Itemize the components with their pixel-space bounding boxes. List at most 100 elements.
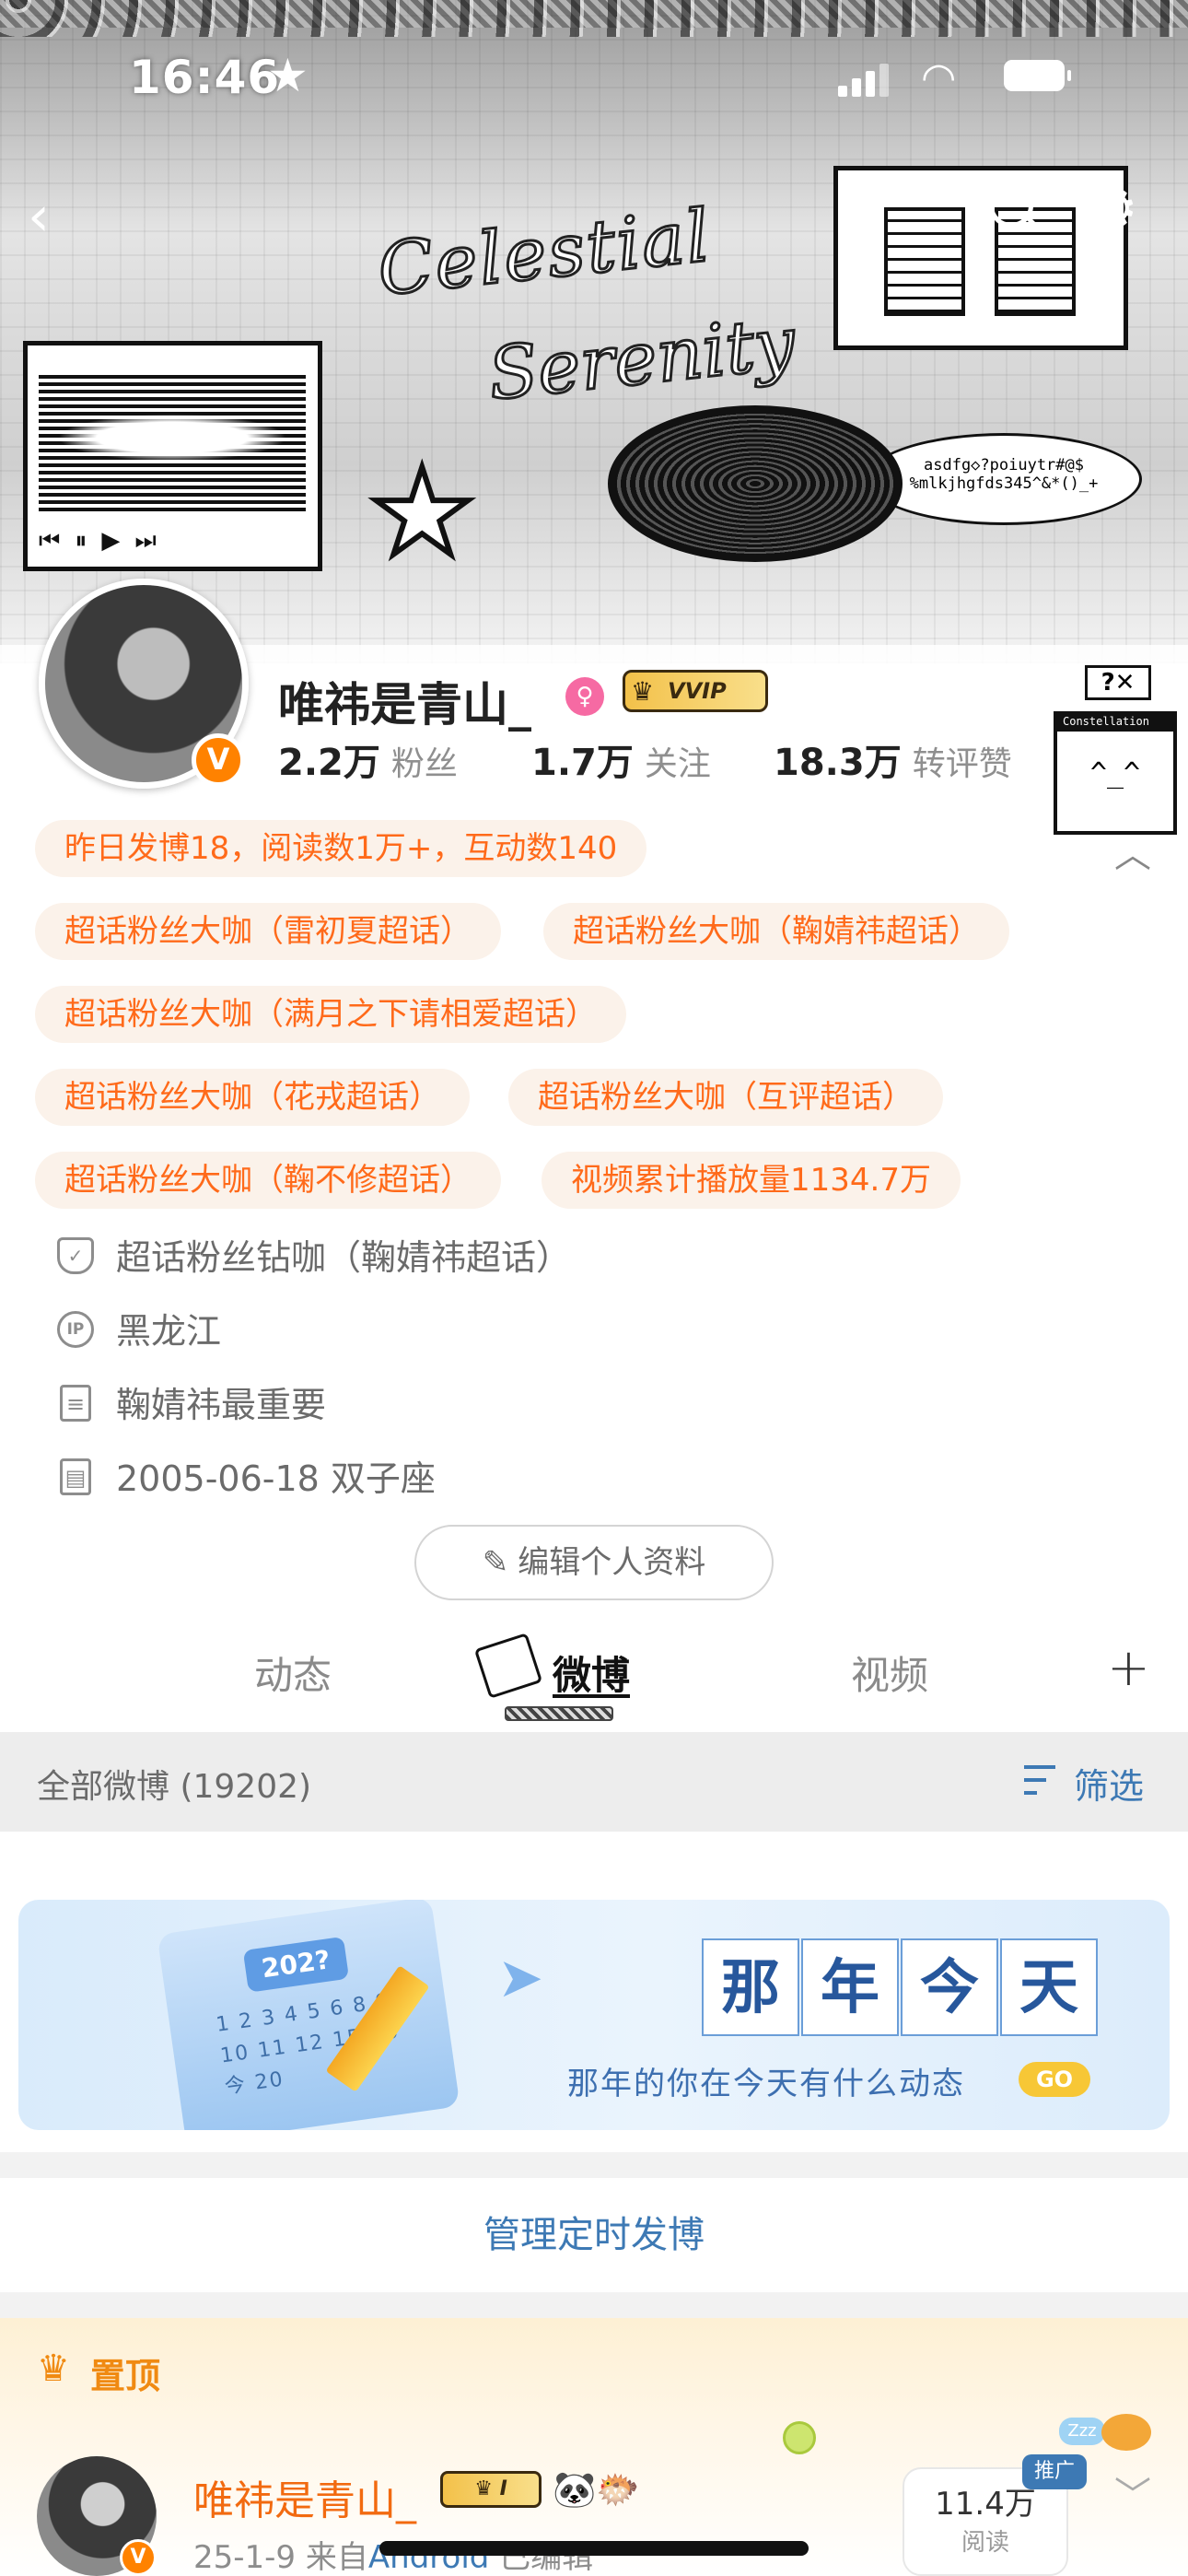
member-badge: ♛ I — [440, 2471, 542, 2508]
tag-superfan[interactable]: 超话粉丝大咖（雷初夏超话） — [35, 903, 501, 960]
title-char: 年 — [801, 1938, 899, 2036]
profile-tabs: 动态 微博 视频 + — [0, 1622, 1188, 1732]
banner-title-art: Celestial — [373, 193, 716, 313]
speech-bubble-art: asdfg◇?poiuytr#@$ %mlkjhgfds345^&*()_+ — [866, 433, 1142, 525]
filter-bar: 全部微博 (19202) 筛选 — [0, 1732, 1188, 1832]
chevron-down-icon[interactable]: ﹀ — [1114, 2465, 1151, 2519]
info-text: 超话粉丝钻咖（鞠婧祎超话） — [116, 1237, 572, 1278]
calendar-year: 202? — [242, 1936, 350, 1993]
tab-feed[interactable]: 动态 — [254, 1645, 332, 1701]
pinned-section: ♛ 置顶 Zzz V 唯祎是青山_ ♛ I 🐼🐡 25-1-9 来自Androi… — [0, 2318, 1188, 2576]
back-icon[interactable]: ‹ — [28, 184, 50, 249]
go-button[interactable]: GO — [1019, 2062, 1090, 2097]
info-text: 鞠婧祎最重要 — [116, 1385, 327, 1425]
calendar-illustration: 202? 1 2 3 4 5 6 8 9 10 11 12 15 16 今 20 — [157, 1900, 460, 2130]
vvip-label: VVIP — [668, 678, 727, 704]
profile-banner: ⏮⏸▶⏭ Celestial Serenity asdfg◇?poiuytr#@… — [0, 0, 1188, 663]
player-controls-art: ⏮⏸▶⏭ — [39, 527, 171, 555]
tab-sticker-icon — [473, 1633, 543, 1699]
home-indicator[interactable] — [379, 2541, 809, 2556]
all-posts-count: 全部微博 (19202) — [37, 1768, 312, 1806]
reads-label: 阅读 — [961, 2529, 1009, 2557]
stat-reposts-likes[interactable]: 18.3万 转评赞 — [774, 732, 1012, 786]
paper-plane-icon: ➤ — [497, 1946, 544, 2010]
help-close-art: ?✕ — [1085, 665, 1151, 700]
edit-profile-label: 编辑个人资料 — [518, 1544, 706, 1581]
document-icon: ≡ — [60, 1385, 91, 1422]
title-char: 那 — [702, 1938, 799, 2036]
profile-nickname: 唯祎是青山_ — [278, 678, 531, 732]
calendar-icon: ▤ — [60, 1458, 91, 1495]
post-date: 25-1-9 — [193, 2539, 297, 2576]
window-stack-art — [833, 166, 1128, 350]
battery-icon — [1004, 60, 1071, 91]
cellular-signal-icon — [838, 64, 890, 97]
vinyl-art — [608, 405, 903, 562]
shield-icon: ✓ — [57, 1237, 94, 1274]
constellation-window-art: Constellation ^_^ — [1054, 711, 1177, 835]
info-text: 2005-06-18 双子座 — [116, 1458, 436, 1499]
edit-profile-button[interactable]: ✎ 编辑个人资料 — [414, 1525, 774, 1600]
filter-button[interactable]: 筛选 — [1074, 1758, 1144, 1809]
female-icon: ♀ — [565, 677, 604, 716]
tab-videos[interactable]: 视频 — [851, 1645, 928, 1701]
title-char: 天 — [1000, 1938, 1098, 2036]
on-this-day-subtitle: 那年的你在今天有什么动态 — [567, 2066, 965, 2102]
tab-weibo[interactable]: 微博 — [553, 1645, 630, 1701]
tag-superfan[interactable]: 超话粉丝大咖（鞠不修超话） — [35, 1152, 501, 1209]
banner-title-art-2: Serenity — [483, 300, 800, 417]
followers-count: 2.2万 — [278, 742, 380, 784]
mini-window-title: Constellation — [1057, 715, 1173, 732]
crown-icon: ♛ — [37, 2348, 70, 2390]
pinned-label: 置顶 — [90, 2356, 161, 2396]
tag-superfan[interactable]: 超话粉丝大咖（满月之下请相爱超话） — [35, 986, 626, 1043]
zzz-badge: Zzz — [1059, 2418, 1105, 2445]
cat-icon — [1101, 2414, 1151, 2451]
activity-summary[interactable]: 昨日发博18，阅读数1万+，互动数140 — [35, 820, 647, 877]
tag-video-plays[interactable]: 视频累计播放量1134.7万 — [542, 1152, 961, 1209]
post-author[interactable]: 唯祎是青山_ — [193, 2467, 416, 2526]
scheduled-posts-link[interactable]: 管理定时发博 — [0, 2178, 1188, 2292]
banner-lace — [0, 0, 1188, 37]
divider — [0, 2292, 1188, 2318]
star-status-icon: ★ — [267, 49, 309, 102]
title-char: 今 — [901, 1938, 998, 2036]
following-count: 1.7万 — [531, 742, 634, 784]
status-time: 16:46 — [129, 51, 281, 104]
verified-badge: V — [192, 733, 245, 787]
verified-badge: V — [120, 2539, 157, 2576]
reposts-likes-label: 转评赞 — [912, 745, 1012, 783]
tag-superfan[interactable]: 超话粉丝大咖（鞠婧祎超话） — [543, 903, 1009, 960]
divider — [0, 2152, 1188, 2178]
tab-active-indicator — [505, 1706, 613, 1721]
reposts-likes-count: 18.3万 — [774, 742, 902, 784]
music-player-art: ⏮⏸▶⏭ — [23, 341, 322, 571]
waveform-art — [39, 373, 306, 511]
emoji-badges: 🐼🐡 — [553, 2469, 640, 2510]
tag-superfan[interactable]: 超话粉丝大咖（花戎超话） — [35, 1069, 470, 1126]
mini-window-face: ^_^ — [1089, 757, 1141, 790]
info-text: 黑龙江 — [116, 1311, 222, 1352]
pencil-icon: ✎ — [482, 1544, 509, 1581]
post-source-prefix: 来自 — [305, 2539, 368, 2576]
status-bar: 16:46 ★ ◠ — [0, 49, 1188, 106]
stat-following[interactable]: 1.7万 关注 — [531, 732, 711, 786]
settings-gear-icon[interactable]: ⚙ — [1089, 177, 1138, 241]
promote-button[interactable]: 推广 — [1022, 2454, 1087, 2489]
following-label: 关注 — [644, 745, 711, 783]
member-badge-label: I — [499, 2477, 507, 2500]
collapse-chevron-icon[interactable]: ︿ — [1114, 825, 1151, 878]
add-tab-icon[interactable]: + — [1107, 1638, 1150, 1698]
star-art: ★ — [366, 439, 479, 585]
followers-label: 粉丝 — [390, 745, 458, 783]
tag-superfan[interactable]: 超话粉丝大咖（互评超话） — [508, 1069, 943, 1126]
profile-screen: ⏮⏸▶⏭ Celestial Serenity asdfg◇?poiuytr#@… — [0, 0, 1188, 2576]
on-this-day-banner[interactable]: 202? 1 2 3 4 5 6 8 9 10 11 12 15 16 今 20… — [18, 1900, 1170, 2130]
crown-icon: ♛ — [631, 676, 655, 707]
filter-icon — [1024, 1763, 1061, 1798]
stat-followers[interactable]: 2.2万 粉丝 — [278, 732, 458, 786]
on-this-day-title: 那 年 今 天 — [702, 1938, 1100, 2036]
search-icon[interactable] — [985, 180, 1041, 235]
vvip-badge[interactable]: ♛ VVIP — [623, 670, 768, 712]
ip-icon: IP — [57, 1311, 94, 1348]
